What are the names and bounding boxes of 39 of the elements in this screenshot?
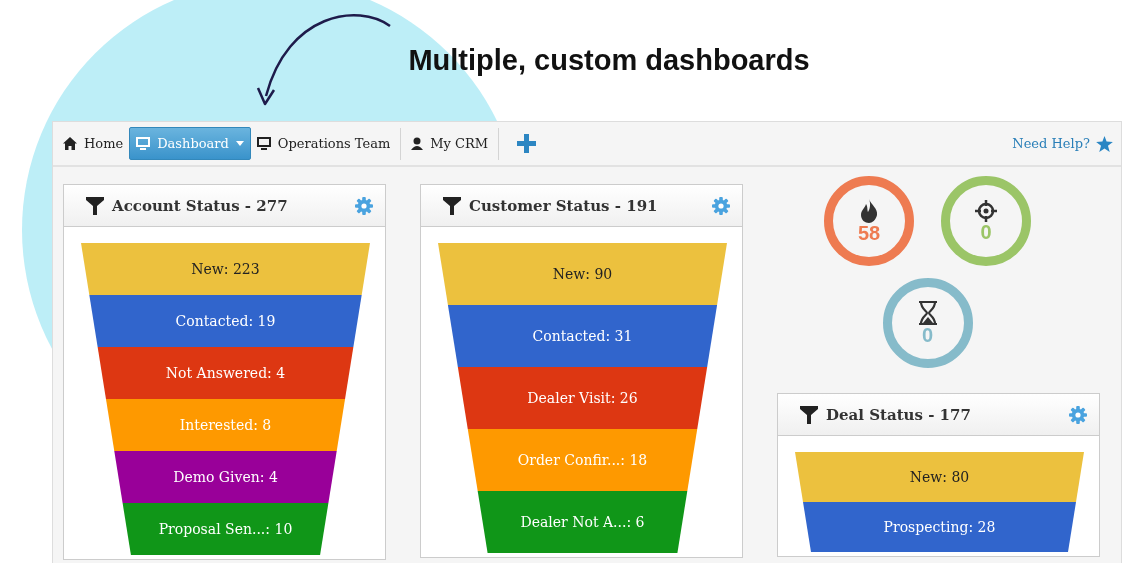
target-icon [975, 200, 997, 222]
stage-label: Not Answered: 4 [165, 365, 286, 381]
stage-label: Dealer Visit: 26 [527, 390, 638, 406]
stage-label: Proposal Sen...: 10 [158, 521, 293, 537]
person-icon [411, 137, 424, 150]
stage-label: Order Confir...: 18 [517, 452, 648, 468]
help-link[interactable]: Need Help? [1012, 136, 1090, 151]
home-icon [63, 137, 77, 150]
card-title: Deal Status - 177 [826, 405, 971, 424]
settings-icon[interactable] [1069, 405, 1087, 424]
card-title: Account Status - 277 [112, 196, 288, 215]
funnel-icon [86, 196, 104, 215]
stat-value: 0 [980, 222, 992, 242]
stage-label: New: 80 [909, 469, 970, 485]
stage-label: Dealer Not A...: 6 [520, 514, 645, 530]
stage-label: New: 90 [552, 266, 613, 282]
stat-value: 0 [921, 325, 934, 345]
monitor-icon [136, 137, 151, 150]
stage-label: Demo Given: 4 [173, 469, 278, 485]
plus-icon [517, 134, 537, 153]
fire-icon [859, 199, 879, 223]
stage-label: New: 223 [191, 261, 260, 277]
card-title: Customer Status - 191 [469, 196, 658, 215]
nav-tab[interactable]: Operations Team [250, 127, 397, 160]
monitor-icon [256, 137, 271, 150]
stage-label: Contacted: 19 [175, 313, 276, 329]
settings-icon[interactable] [355, 196, 373, 215]
funnel-icon [800, 405, 818, 424]
stage-label: Interested: 8 [179, 417, 272, 433]
stat-value: 58 [857, 223, 881, 243]
stage-label: Prospecting: 28 [883, 519, 996, 535]
hourglass-icon [917, 301, 938, 325]
stage-label: Contacted: 31 [532, 328, 633, 344]
nav-tab[interactable]: Home [57, 127, 130, 160]
settings-icon[interactable] [712, 196, 730, 215]
nav-tab[interactable]: My CRM [405, 127, 495, 160]
page-heading: Multiple, custom dashboards [407, 44, 811, 77]
funnel-icon [443, 196, 461, 215]
star-icon [1096, 135, 1113, 152]
